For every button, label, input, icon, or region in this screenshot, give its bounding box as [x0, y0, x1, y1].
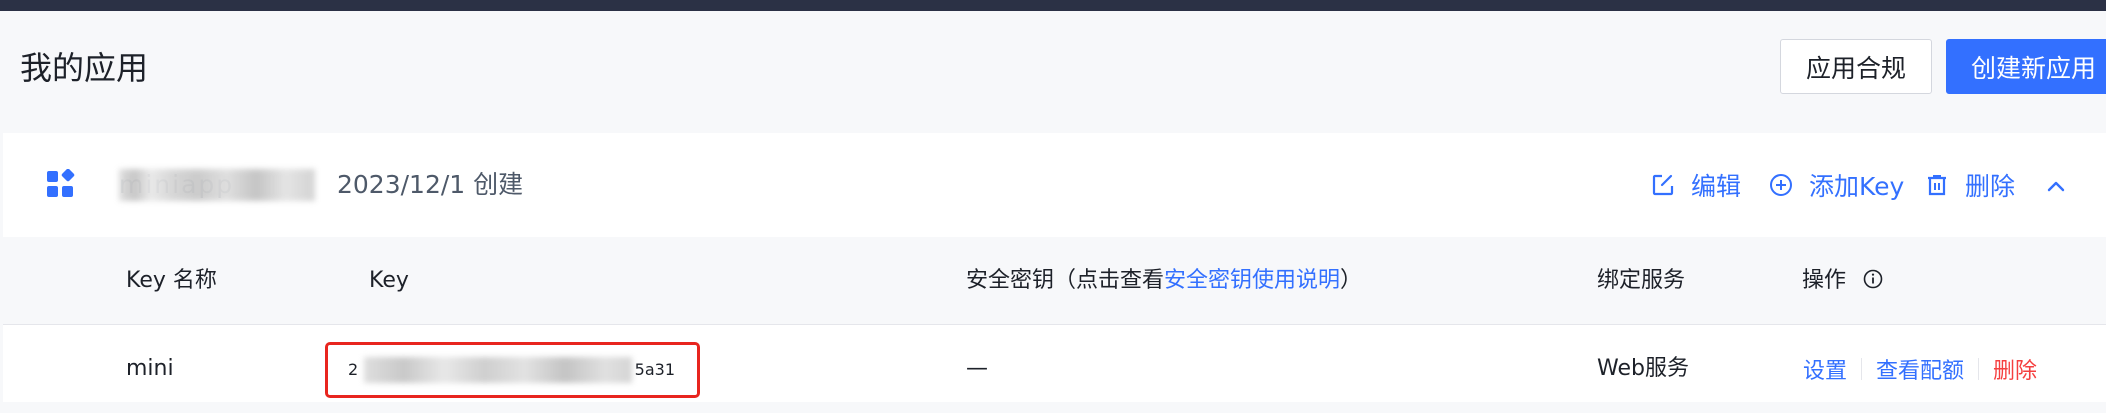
app-created-date: 2023/12/1 创建	[337, 170, 524, 199]
delete-key-link[interactable]: 删除	[1993, 353, 2037, 385]
row-key-highlight: 2 5a31	[325, 342, 700, 398]
settings-link[interactable]: 设置	[1803, 353, 1847, 385]
delete-app-button[interactable]: 删除	[1925, 163, 2015, 207]
app-grid-icon	[47, 169, 75, 197]
delete-app-label: 删除	[1965, 172, 2016, 201]
edit-app-label: 编辑	[1691, 172, 1742, 201]
column-key-name: Key 名称	[126, 268, 217, 293]
info-circle-icon[interactable]	[1863, 269, 1883, 289]
view-quota-link[interactable]: 查看配额	[1876, 353, 1964, 385]
row-key-start: 2	[348, 360, 359, 379]
top-bar	[0, 0, 2106, 11]
column-key: Key	[369, 268, 409, 293]
ops-divider	[1861, 358, 1863, 380]
edit-icon	[1652, 174, 1674, 196]
page-title: 我的应用	[20, 49, 149, 87]
column-ops: 操作	[1802, 237, 1883, 324]
edit-app-button[interactable]: 编辑	[1651, 163, 1741, 207]
secret-usage-link[interactable]: 安全密钥使用说明	[1164, 268, 1340, 293]
row-secret: —	[966, 356, 988, 381]
add-key-button[interactable]: 添加Key	[1769, 163, 1904, 207]
add-key-label: 添加Key	[1809, 172, 1905, 201]
create-app-button[interactable]: 创建新应用	[1946, 39, 2106, 94]
table-row: mini — Web服务	[3, 325, 2106, 402]
row-service: Web服务	[1597, 356, 1689, 381]
key-table-header: Key 名称 Key 安全密钥（点击查看安全密钥使用说明） 绑定服务 操作	[3, 237, 2106, 325]
app-card-header: miniapp 2023/12/1 创建 编辑 添加Key	[3, 133, 2106, 237]
row-key-end: 5a31	[634, 360, 675, 379]
row-operations: 设置 查看配额 删除	[1803, 325, 2037, 413]
app-name: miniapp	[119, 169, 319, 201]
row-key-name: mini	[126, 356, 174, 381]
column-service: 绑定服务	[1597, 268, 1686, 293]
trash-icon	[1928, 175, 1946, 196]
ops-divider	[1978, 358, 1980, 380]
column-secret: 安全密钥（点击查看安全密钥使用说明）	[966, 268, 1363, 293]
row-key-mask	[364, 357, 632, 383]
app-name-mask	[119, 169, 315, 201]
plus-circle-icon	[1770, 174, 1792, 196]
app-card: miniapp 2023/12/1 创建 编辑 添加Key	[3, 133, 2106, 402]
chevron-up-icon[interactable]	[2043, 173, 2069, 199]
app-compliance-button[interactable]: 应用合规	[1780, 39, 1932, 94]
